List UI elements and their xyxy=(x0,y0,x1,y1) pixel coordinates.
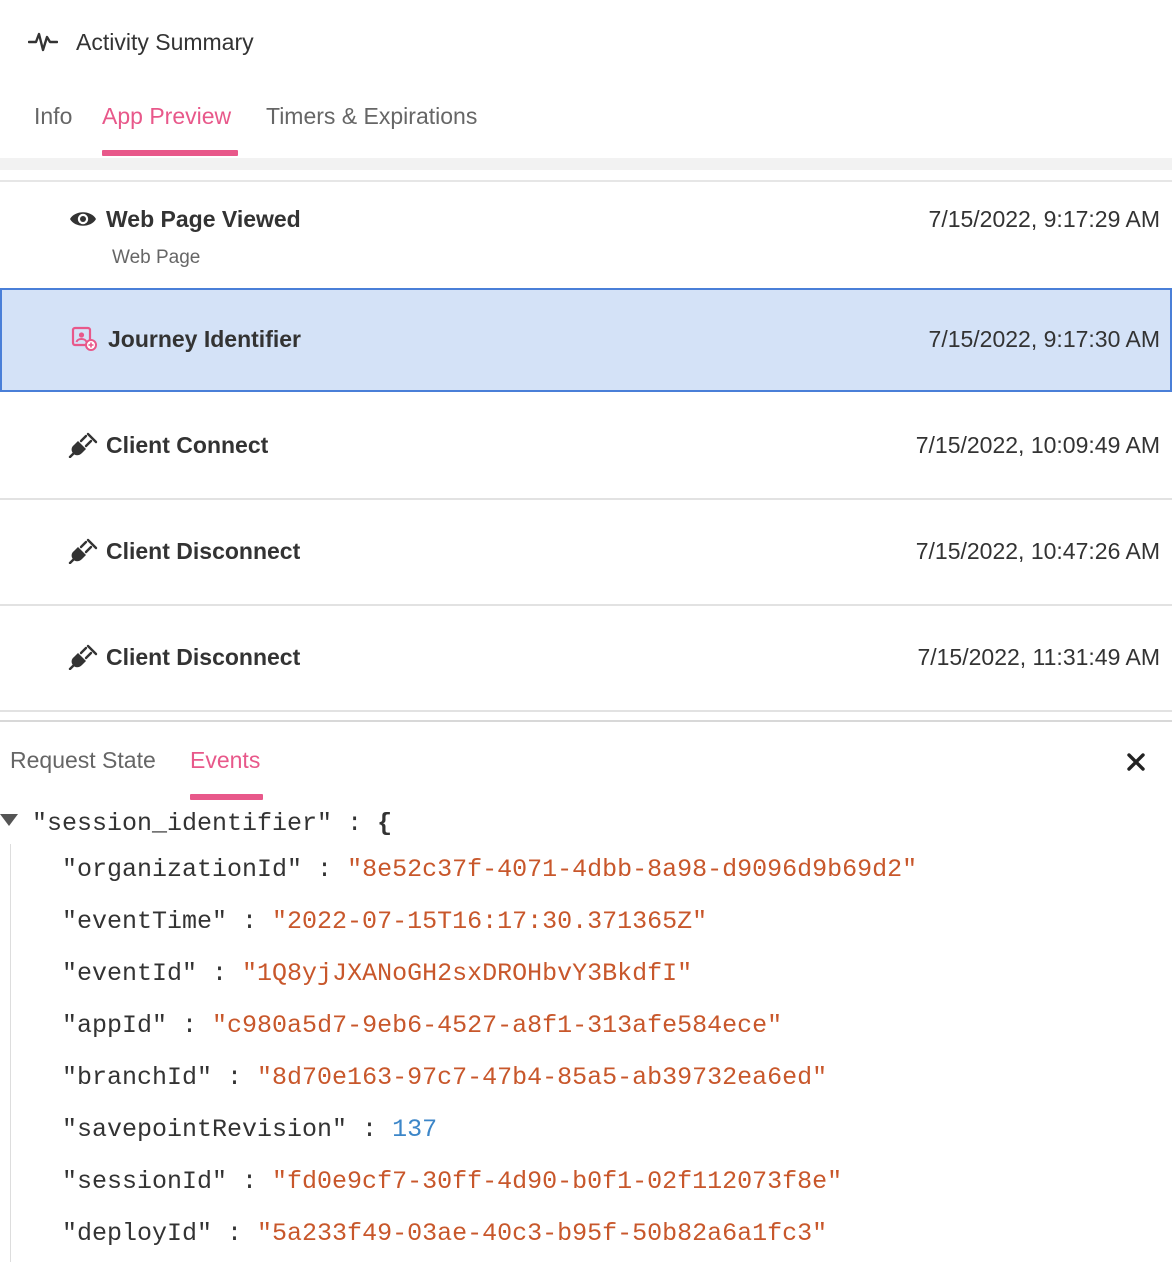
activity-row[interactable]: Web Page Viewed Web Page 7/15/2022, 9:17… xyxy=(0,182,1172,290)
json-field: "organizationId" : "8e52c37f-4071-4dbb-8… xyxy=(62,850,917,890)
json-separator: : xyxy=(332,809,378,838)
collapse-caret-icon[interactable] xyxy=(0,814,18,826)
json-separator: : xyxy=(227,1167,273,1196)
activity-row-selected[interactable]: Journey Identifier 7/15/2022, 9:17:30 AM xyxy=(0,288,1172,392)
json-key: "deployId" xyxy=(62,1219,213,1248)
activity-row[interactable]: Client Connect 7/15/2022, 10:09:49 AM xyxy=(0,394,1172,500)
activity-row[interactable]: Client Disconnect 7/15/2022, 10:47:26 AM xyxy=(0,500,1172,606)
tab-info[interactable]: Info xyxy=(34,100,72,132)
panel-title: Activity Summary xyxy=(76,29,254,55)
json-field: "appId" : "c980a5d7-9eb6-4527-a8f1-313af… xyxy=(62,1006,782,1046)
activity-row[interactable]: Client Disconnect 7/15/2022, 11:31:49 AM xyxy=(0,606,1172,712)
activity-label: Client Connect xyxy=(106,432,269,458)
json-separator: : xyxy=(302,855,348,884)
json-separator: : xyxy=(212,1219,258,1248)
json-separator: : xyxy=(347,1115,393,1144)
activity-timestamp: 7/15/2022, 9:17:29 AM xyxy=(928,206,1160,232)
json-separator: : xyxy=(227,907,273,936)
json-value: "fd0e9cf7-30ff-4d90-b0f1-02f112073f8e" xyxy=(272,1167,843,1196)
plug-icon xyxy=(68,432,98,458)
json-value: "8e52c37f-4071-4dbb-8a98-d9096d9b69d2" xyxy=(347,855,918,884)
activity-label: Client Disconnect xyxy=(106,644,301,670)
json-key: "eventTime" xyxy=(62,907,228,936)
panel-divider xyxy=(0,720,1172,722)
active-tab-indicator xyxy=(102,150,238,156)
activity-timestamp: 7/15/2022, 10:09:49 AM xyxy=(915,432,1160,458)
json-value: "2022-07-15T16:17:30.371365Z" xyxy=(272,907,708,936)
json-key: "appId" xyxy=(62,1011,168,1040)
json-value: "5a233f49-03ae-40c3-b95f-50b82a6a1fc3" xyxy=(257,1219,828,1248)
json-value: 137 xyxy=(392,1115,438,1144)
json-indent-guide xyxy=(10,844,11,1262)
json-field: "branchId" : "8d70e163-97c7-47b4-85a5-ab… xyxy=(62,1058,827,1098)
json-key: "savepointRevision" xyxy=(62,1115,348,1144)
active-tab-indicator xyxy=(190,794,263,800)
activity-label: Web Page Viewed xyxy=(106,206,301,232)
tab-timers-expirations[interactable]: Timers & Expirations xyxy=(266,100,477,132)
activity-sublabel: Web Page xyxy=(112,247,201,268)
activity-timestamp: 7/15/2022, 10:47:26 AM xyxy=(915,538,1160,564)
json-value: "8d70e163-97c7-47b4-85a5-ab39732ea6ed" xyxy=(257,1063,828,1092)
json-field: "savepointRevision" : 137 xyxy=(62,1110,437,1150)
json-key: "eventId" xyxy=(62,959,198,988)
json-root-line: "session_identifier" : { xyxy=(32,804,392,844)
json-field: "sessionId" : "fd0e9cf7-30ff-4d90-b0f1-0… xyxy=(62,1162,842,1202)
json-field: "deployId" : "5a233f49-03ae-40c3-b95f-50… xyxy=(62,1214,827,1254)
section-band xyxy=(0,158,1172,170)
close-icon[interactable] xyxy=(1122,748,1150,776)
json-value: "c980a5d7-9eb6-4527-a8f1-313afe584ece" xyxy=(212,1011,783,1040)
json-field: "eventId" : "1Q8yjJXANoGH2sxDROHbvY3Bkdf… xyxy=(62,954,692,994)
plug-icon xyxy=(68,644,98,670)
json-separator: : xyxy=(212,1063,258,1092)
json-key: "organizationId" xyxy=(62,855,303,884)
json-key: "sessionId" xyxy=(62,1167,228,1196)
json-key: "branchId" xyxy=(62,1063,213,1092)
activity-timestamp: 7/15/2022, 11:31:49 AM xyxy=(917,644,1160,670)
top-tab-bar: Info App Preview Timers & Expirations xyxy=(0,96,1172,158)
json-separator: : xyxy=(197,959,243,988)
plug-icon xyxy=(68,538,98,564)
panel-header: Activity Summary xyxy=(0,0,1172,82)
activity-label: Journey Identifier xyxy=(108,326,301,352)
tab-app-preview[interactable]: App Preview xyxy=(102,100,231,132)
pulse-icon xyxy=(28,32,58,52)
eye-icon xyxy=(70,212,96,226)
activity-label: Client Disconnect xyxy=(106,538,301,564)
json-field: "eventTime" : "2022-07-15T16:17:30.37136… xyxy=(62,902,707,942)
journey-identifier-icon xyxy=(71,326,97,351)
tab-request-state[interactable]: Request State xyxy=(10,744,156,776)
json-open-brace: { xyxy=(377,809,393,838)
tab-events[interactable]: Events xyxy=(190,744,260,776)
json-value: "1Q8yjJXANoGH2sxDROHbvY3BkdfI" xyxy=(242,959,693,988)
json-separator: : xyxy=(167,1011,213,1040)
json-key: "session_identifier" xyxy=(32,809,333,838)
detail-tab-bar: Request State Events xyxy=(0,740,1172,802)
activity-timestamp: 7/15/2022, 9:17:30 AM xyxy=(928,326,1160,352)
